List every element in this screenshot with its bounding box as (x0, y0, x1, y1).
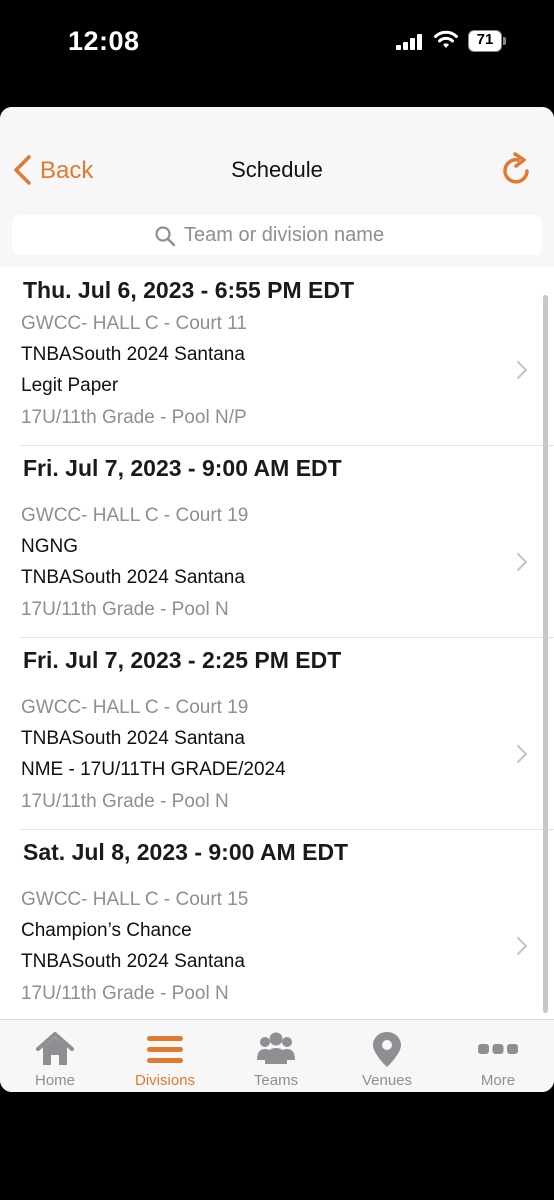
search-bar-container: Team or division name (0, 201, 554, 268)
game-date-header: Fri. Jul 7, 2023 - 2:25 PM EDT (23, 647, 342, 673)
game-team-2: Legit Paper (21, 375, 119, 396)
search-placeholder: Team or division name (184, 224, 385, 246)
game-date-header: Sat. Jul 8, 2023 - 9:00 AM EDT (23, 839, 349, 865)
chevron-right-icon (517, 745, 528, 763)
game-date-header: Thu. Jul 6, 2023 - 6:55 PM EDT (23, 277, 355, 303)
page-title: Schedule (231, 157, 323, 182)
game-team-1: TNBASouth 2024 Santana (21, 728, 245, 749)
game-division: 17U/11th Grade - Pool N (21, 791, 229, 812)
tab-home[interactable]: Home (0, 1020, 110, 1092)
tab-label: Home (34, 1072, 75, 1089)
schedule-sheet: Back Schedule Team or division name Thu.… (0, 107, 554, 1092)
game-venue: GWCC- HALL C - Court 19 (21, 697, 249, 718)
divider (20, 637, 554, 638)
scrollbar[interactable] (543, 295, 548, 1013)
game-team-1: Champion’s Chance (21, 920, 192, 941)
tab-label: Divisions (134, 1072, 195, 1089)
search-input[interactable]: Team or division name (12, 215, 542, 255)
chevron-right-icon (517, 553, 528, 571)
navigation-bar: Back Schedule (0, 107, 554, 201)
game-venue: GWCC- HALL C - Court 15 (21, 889, 249, 910)
location-pin-icon (373, 1032, 401, 1067)
game-team-1: TNBASouth 2024 Santana (21, 344, 245, 365)
chevron-right-icon (517, 937, 528, 955)
game-venue: GWCC- HALL C - Court 11 (21, 313, 247, 334)
divider (20, 829, 554, 830)
search-icon (155, 226, 176, 247)
status-time: 12:08 (68, 26, 140, 56)
tab-label: Venues (361, 1072, 413, 1089)
home-icon (36, 1032, 74, 1065)
tab-label: More (480, 1072, 516, 1089)
game-team-2: NME - 17U/11TH GRADE/2024 (21, 759, 286, 780)
game-division: 17U/11th Grade - Pool N (21, 599, 229, 620)
tab-label: Teams (253, 1072, 299, 1089)
game-venue: GWCC- HALL C - Court 19 (21, 505, 249, 526)
game-team-2: TNBASouth 2024 Santana (21, 567, 245, 588)
battery-indicator: 71 (468, 30, 506, 52)
wifi-icon (434, 30, 458, 48)
more-dots-icon (478, 1044, 518, 1054)
game-division: 17U/11th Grade - Pool N (21, 983, 229, 1004)
tab-bar: Home Divisions Teams Venues More (0, 1019, 554, 1092)
game-team-1: NGNG (21, 536, 78, 557)
battery-percent: 71 (476, 31, 494, 48)
cellular-signal-icon (396, 34, 422, 50)
chevron-right-icon (517, 361, 528, 379)
status-bar: 12:08 71 (0, 0, 554, 90)
refresh-icon[interactable] (500, 152, 532, 186)
tab-teams[interactable]: Teams (221, 1020, 331, 1092)
game-division: 17U/11th Grade - Pool N/P (21, 407, 247, 428)
tab-divisions[interactable]: Divisions (110, 1020, 220, 1092)
game-team-2: TNBASouth 2024 Santana (21, 951, 245, 972)
divider (20, 445, 554, 446)
menu-icon (147, 1036, 183, 1063)
schedule-list: Thu. Jul 6, 2023 - 6:55 PM EDT GWCC- HAL… (0, 267, 554, 1019)
tab-venues[interactable]: Venues (332, 1020, 442, 1092)
people-icon (257, 1032, 295, 1064)
game-date-header: Fri. Jul 7, 2023 - 9:00 AM EDT (23, 455, 342, 481)
tab-more[interactable]: More (443, 1020, 553, 1092)
